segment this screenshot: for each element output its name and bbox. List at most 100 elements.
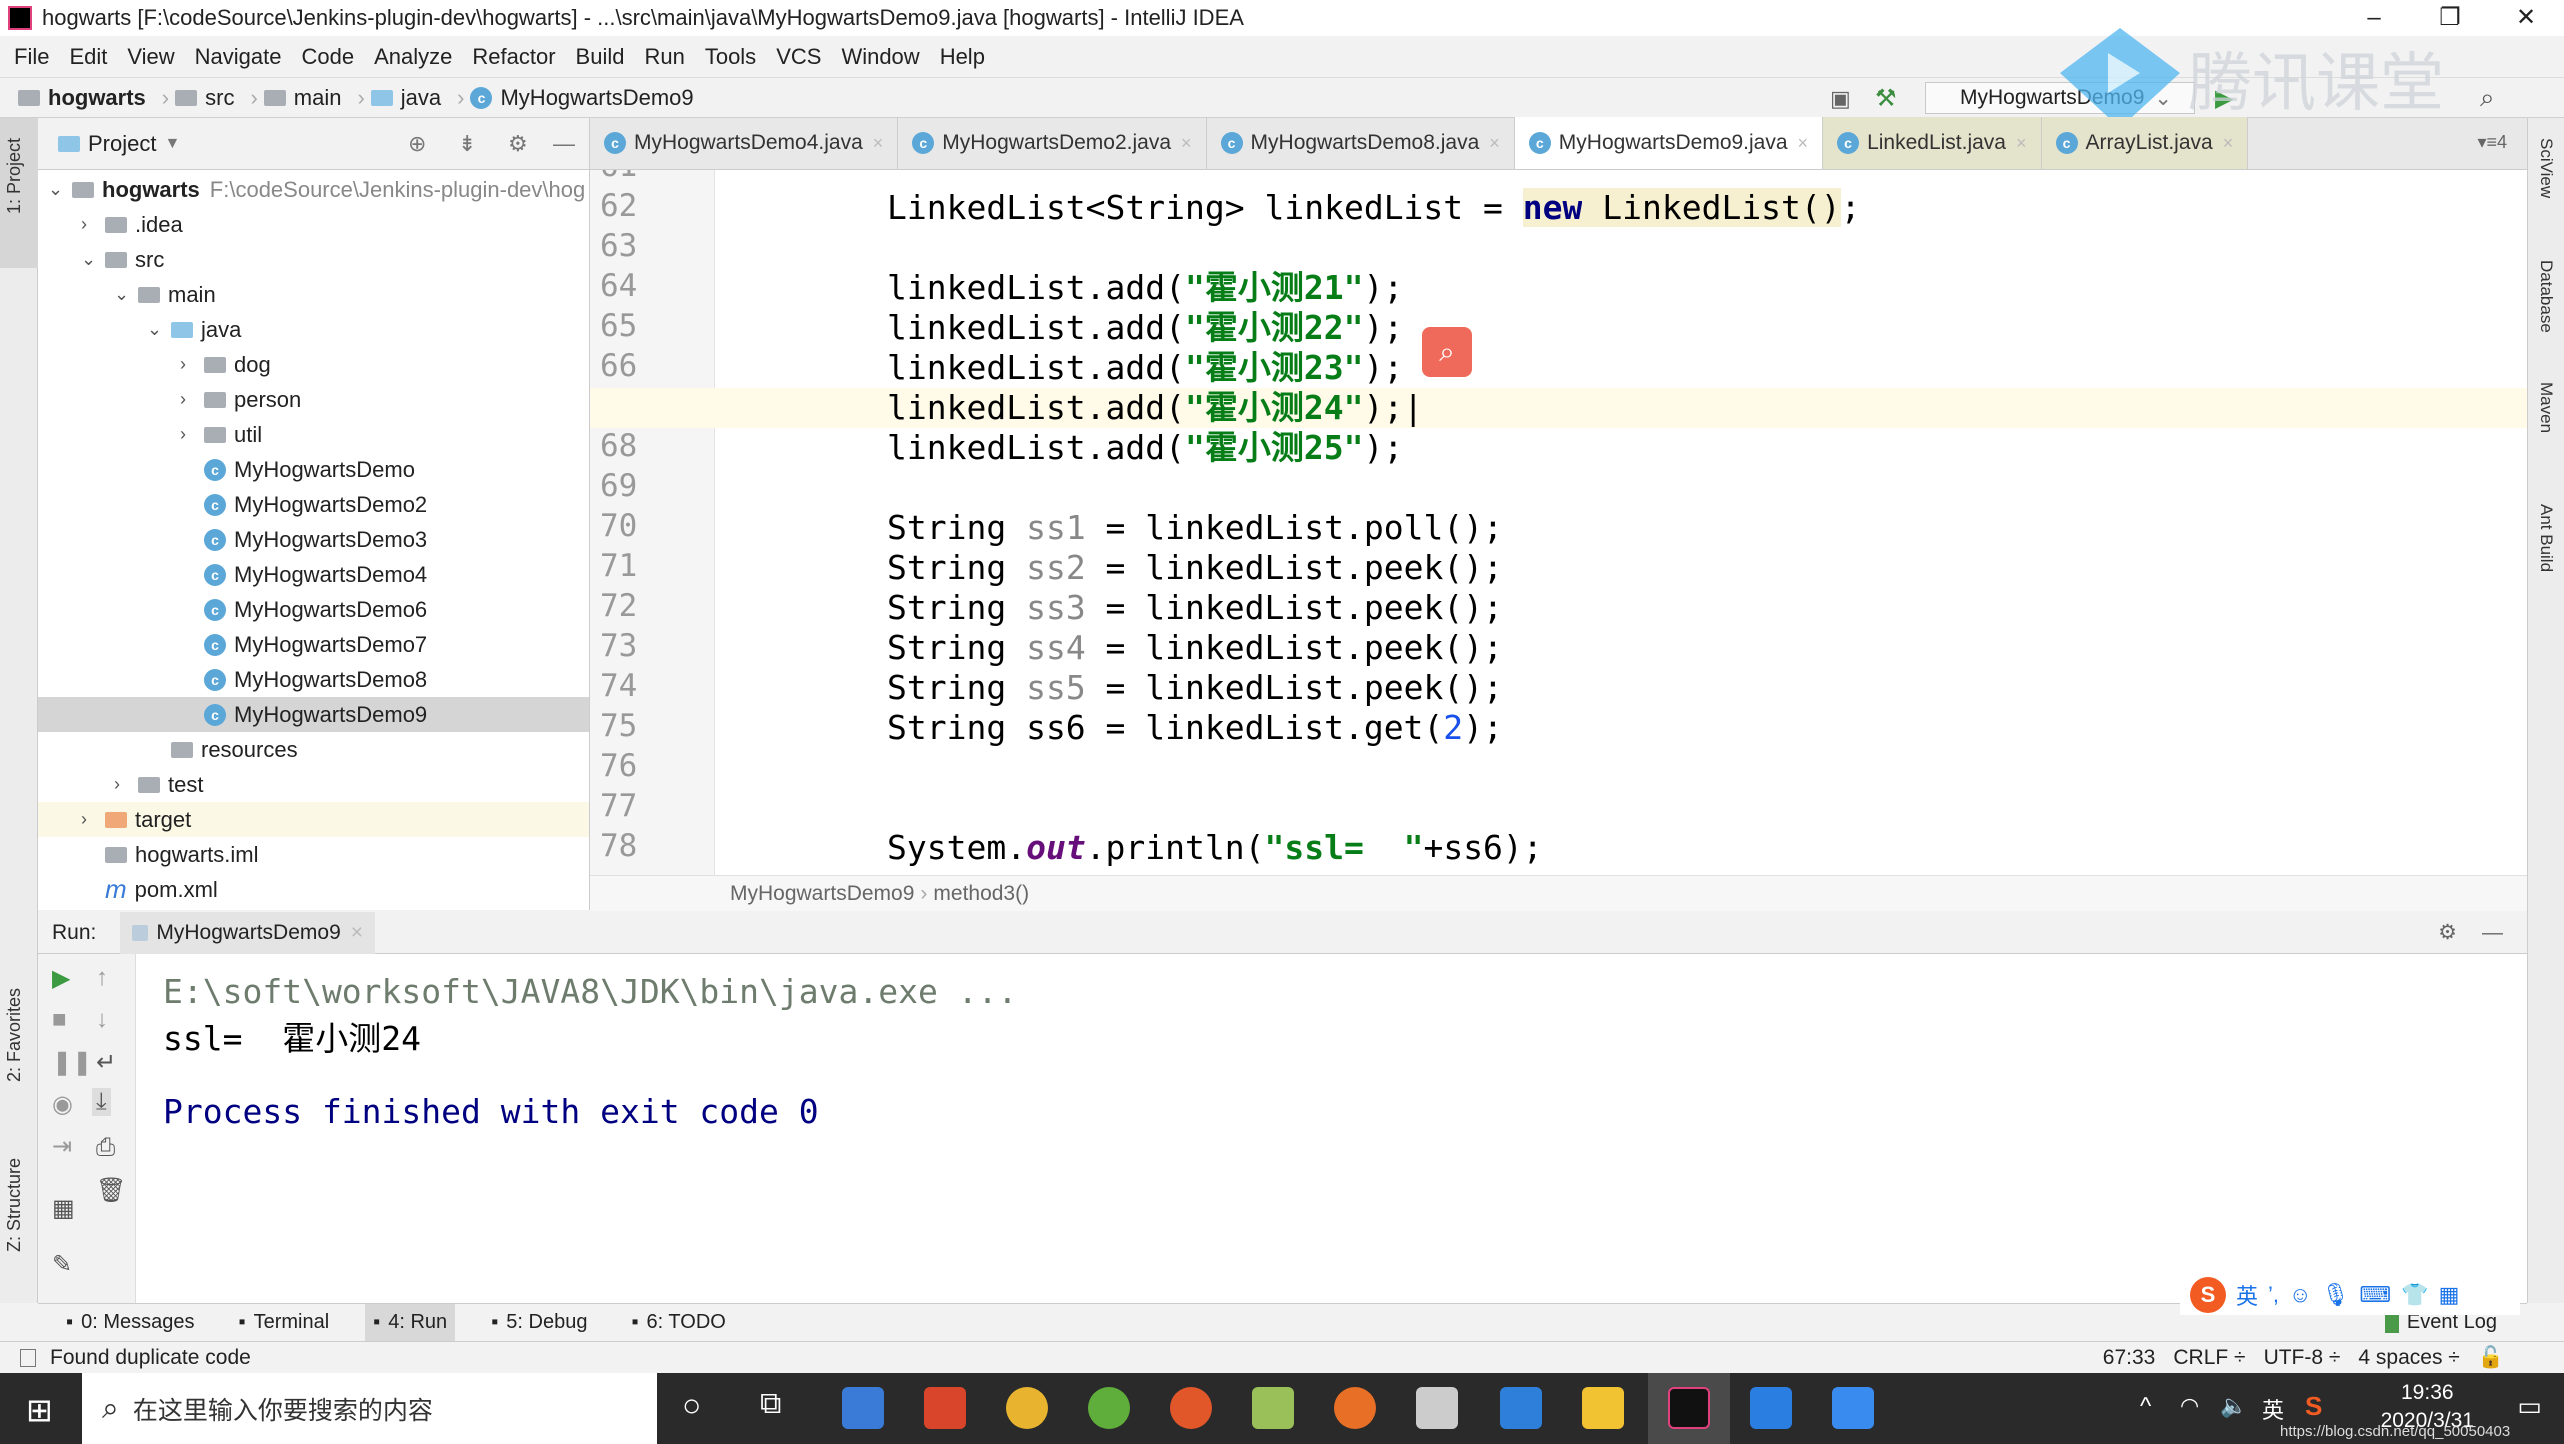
menu-edit[interactable]: Edit — [69, 44, 107, 70]
close-icon[interactable]: × — [351, 921, 363, 945]
tool-tab-database[interactable]: Database — [2536, 260, 2556, 333]
breadcrumb-item[interactable]: c MyHogwartsDemo9 — [470, 85, 694, 111]
close-icon[interactable]: × — [1181, 133, 1192, 154]
app-icon-7[interactable] — [1334, 1387, 1376, 1429]
close-icon[interactable]: × — [1489, 133, 1500, 154]
intellij-taskbar-icon[interactable] — [1668, 1387, 1710, 1429]
grid-icon[interactable]: ▦ — [2439, 1282, 2460, 1308]
close-button[interactable]: ✕ — [2488, 0, 2564, 36]
tree-item[interactable]: m pom.xml — [38, 872, 589, 907]
app-icon-1[interactable] — [842, 1387, 884, 1429]
tree-item[interactable]: › util — [38, 417, 589, 452]
gear-icon[interactable]: ⚙ — [508, 131, 528, 157]
tree-item[interactable]: c MyHogwartsDemo6 — [38, 592, 589, 627]
network-icon[interactable]: ◠ — [2180, 1393, 2199, 1419]
tree-item[interactable]: › target — [38, 802, 589, 837]
stop-icon[interactable]: ■ — [52, 1006, 67, 1034]
emoji-icon[interactable]: ☺ — [2289, 1282, 2311, 1308]
chevron-right-icon[interactable]: › — [180, 424, 204, 445]
tray-overflow-icon[interactable]: ^ — [2140, 1393, 2151, 1421]
zoom-app-icon[interactable] — [1832, 1387, 1874, 1429]
app-icon-8[interactable] — [1416, 1387, 1458, 1429]
tree-item[interactable]: c MyHogwartsDemo4 — [38, 557, 589, 592]
tree-item[interactable]: ⌄ src — [38, 242, 589, 277]
menu-window[interactable]: Window — [841, 44, 919, 70]
close-icon[interactable]: × — [2223, 133, 2234, 154]
editor-tab[interactable]: c MyHogwartsDemo9.java × — [1514, 117, 1824, 169]
file-encoding[interactable]: UTF-8 ÷ — [2264, 1346, 2341, 1370]
file-explorer-icon[interactable] — [1582, 1387, 1624, 1429]
trash-icon[interactable]: 🗑 — [96, 1176, 126, 1205]
project-view-selector[interactable]: Project — [88, 131, 156, 157]
hide-icon[interactable]: — — [553, 131, 575, 157]
tree-item[interactable]: hogwarts.iml — [38, 837, 589, 872]
tool-tab-sciview[interactable]: SciView — [2536, 138, 2556, 198]
tree-item[interactable]: ⌄ hogwarts F:\codeSource\Jenkins-plugin-de… — [38, 172, 589, 207]
collapse-all-icon[interactable]: ⇟ — [458, 131, 476, 157]
sogou-icon[interactable]: S — [2190, 1277, 2226, 1313]
menu-navigate[interactable]: Navigate — [195, 44, 282, 70]
tree-item[interactable]: c MyHogwartsDemo — [38, 452, 589, 487]
tree-item[interactable]: resources — [38, 732, 589, 767]
rerun-icon[interactable]: ▶ — [52, 964, 70, 993]
chevron-right-icon[interactable]: › — [81, 214, 105, 235]
shirt-icon[interactable]: 👕 — [2401, 1282, 2428, 1308]
line-separator[interactable]: CRLF ÷ — [2173, 1346, 2245, 1370]
tree-item[interactable]: › test — [38, 767, 589, 802]
menu-tools[interactable]: Tools — [705, 44, 756, 70]
keyboard-icon[interactable]: ⌨ — [2359, 1282, 2391, 1308]
chevron-right-icon[interactable]: › — [114, 774, 138, 795]
login-icon[interactable]: ⇥ — [52, 1132, 72, 1161]
down-arrow-icon[interactable]: ↓ — [96, 1006, 108, 1034]
editor-tab[interactable]: c ArrayList.java × — [2041, 117, 2249, 169]
tree-item[interactable]: › .idea — [38, 207, 589, 242]
tree-item[interactable]: c MyHogwartsDemo8 — [38, 662, 589, 697]
tree-item[interactable]: c MyHogwartsDemo7 — [38, 627, 589, 662]
tree-item[interactable]: › dog — [38, 347, 589, 382]
indent-setting[interactable]: 4 spaces ÷ — [2358, 1346, 2459, 1370]
caret-position[interactable]: 67:33 — [2103, 1346, 2156, 1370]
sogou-tray-icon[interactable]: S — [2305, 1391, 2322, 1422]
vscode-icon[interactable] — [1500, 1387, 1542, 1429]
tree-item[interactable]: › person — [38, 382, 589, 417]
tray-ime[interactable]: 英 — [2262, 1393, 2284, 1425]
breadcrumb-item[interactable]: java — [370, 85, 441, 111]
breadcrumb-item[interactable]: main — [263, 85, 341, 111]
search-float-icon[interactable]: ⌕ — [1422, 327, 1472, 377]
tree-item[interactable]: c MyHogwartsDemo2 — [38, 487, 589, 522]
breadcrumb-method[interactable]: method3() — [933, 882, 1029, 906]
chevron-down-icon[interactable]: ⌄ — [147, 319, 171, 340]
close-icon[interactable]: × — [1798, 133, 1809, 154]
layout-icon[interactable]: ▦ — [52, 1194, 75, 1223]
tree-item[interactable]: c MyHogwartsDemo3 — [38, 522, 589, 557]
notifications-icon[interactable]: ▭ — [2517, 1391, 2542, 1422]
chevron-right-icon[interactable]: › — [180, 354, 204, 375]
favorites-tool-tab[interactable]: 2: Favorites — [4, 988, 25, 1082]
chevron-down-icon[interactable]: ⌄ — [48, 179, 72, 200]
editor-tab[interactable]: c LinkedList.java × — [1823, 117, 2042, 169]
task-view-icon[interactable]: ⧉ — [760, 1387, 781, 1421]
breadcrumb-item[interactable]: src — [175, 85, 234, 111]
search-icon[interactable]: ⌕ — [2480, 82, 2495, 114]
up-arrow-icon[interactable]: ↑ — [96, 964, 108, 992]
ime-mode[interactable]: 英 — [2236, 1279, 2258, 1311]
tool-window-button[interactable]: ▪ 0: Messages — [58, 1304, 202, 1342]
soft-wrap-icon[interactable]: ↵ — [96, 1048, 116, 1077]
lock-icon[interactable]: 🔓 — [2478, 1346, 2504, 1370]
code-editor[interactable]: 616263646566676869707172737475767778 Lin… — [590, 170, 2527, 875]
chevron-down-icon[interactable]: ⌄ — [81, 249, 105, 270]
tool-window-button[interactable]: ▪ 5: Debug — [483, 1304, 595, 1342]
tool-window-button[interactable]: ▪ 6: TODO — [623, 1304, 733, 1342]
app-icon-2[interactable] — [924, 1387, 966, 1429]
status-toggle-icon[interactable] — [20, 1348, 36, 1367]
punctuation-icon[interactable]: ’, — [2268, 1282, 2279, 1308]
close-icon[interactable]: × — [873, 133, 884, 154]
tree-item[interactable]: ⌄ java — [38, 312, 589, 347]
status-message[interactable]: Found duplicate code — [50, 1346, 251, 1370]
editor-tab[interactable]: c MyHogwartsDemo8.java × — [1207, 117, 1515, 169]
build-hammer-icon[interactable]: ⚒ — [1875, 84, 1897, 113]
menu-help[interactable]: Help — [940, 44, 985, 70]
tree-item[interactable]: c MyHogwartsDemo9 — [38, 697, 589, 732]
editor-tab[interactable]: c MyHogwartsDemo2.java × — [898, 117, 1207, 169]
app-icon-5[interactable] — [1170, 1387, 1212, 1429]
